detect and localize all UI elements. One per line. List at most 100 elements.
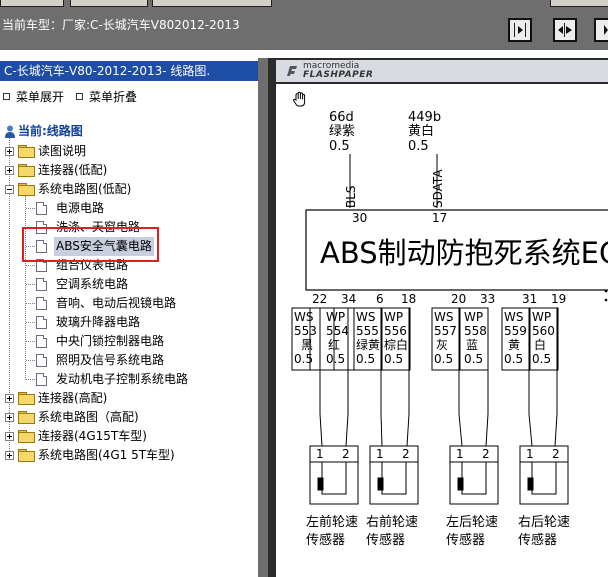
- hand-tool-icon[interactable]: [293, 91, 306, 107]
- document-icon: [36, 297, 47, 310]
- page-right-icon: [514, 23, 526, 37]
- expand-toggle-icon[interactable]: [5, 394, 14, 403]
- wire-color: 黑: [301, 338, 313, 352]
- ecu-pin: 6: [376, 292, 384, 306]
- expand-all-label: 菜单展开: [16, 90, 65, 104]
- document-icon: [36, 354, 47, 367]
- tree-item-ac[interactable]: 空调系统电路: [0, 275, 250, 294]
- diagram-page[interactable]: 66d 绿紫 0.5 449b 黄白 0.5 BLS SDATA 30 17 A…: [276, 84, 608, 577]
- expand-toggle-icon[interactable]: [5, 451, 14, 460]
- wire-color: 红: [328, 337, 340, 352]
- top-toolbar: 当前车型：厂家:C-长城汽车V802012-2013: [0, 0, 608, 50]
- tree-item-lighting[interactable]: 照明及信号系统电路: [0, 351, 250, 370]
- wiring-diagram: 66d 绿紫 0.5 449b 黄白 0.5 BLS SDATA 30 17 A…: [291, 91, 608, 548]
- wire-num: 556: [384, 324, 407, 338]
- sensor-name: 右前轮速: [366, 514, 418, 530]
- tree-item-label: 连接器(4G15T车型): [38, 429, 147, 443]
- toolbar-button-4[interactable]: [550, 0, 608, 7]
- collapse-toggle-icon[interactable]: [5, 185, 14, 194]
- folder-icon: [18, 145, 35, 158]
- tree-item-connector-high[interactable]: 连接器(高配): [0, 389, 250, 408]
- sensor-name: 传感器: [446, 532, 485, 548]
- toolbar-button-2[interactable]: [70, 0, 148, 7]
- collapse-icon: [76, 93, 83, 100]
- document-icon: [36, 316, 47, 329]
- tree-item-label: 音响、电动后视镜电路: [56, 296, 177, 310]
- fit-width-button[interactable]: [553, 18, 577, 42]
- wire-gauge: 0.5: [464, 352, 483, 366]
- tree-item-label: 系统电路图(4G1 5T车型): [38, 448, 175, 462]
- ecu-pin: 18: [401, 292, 416, 306]
- tree-item-label: 连接器(低配): [38, 163, 108, 177]
- wire-gauge-66d: 0.5: [329, 139, 350, 154]
- tree-item-label: 空调系统电路: [56, 277, 129, 291]
- tree-item-label: 中央门锁控制器电路: [56, 334, 165, 348]
- tree-item-system-high[interactable]: 系统电路图（高配): [0, 408, 250, 427]
- wire-gauge: 0.5: [504, 352, 523, 366]
- sensor-pin: 1: [376, 447, 384, 461]
- toolbar-button-3[interactable]: [152, 0, 272, 7]
- pin-17: 17: [432, 211, 447, 225]
- expand-toggle-icon[interactable]: [5, 166, 14, 175]
- wire-num: 557: [434, 324, 457, 338]
- wire-type: WS: [294, 310, 313, 324]
- tree-item-connector-4g15t[interactable]: 连接器(4G15T车型): [0, 427, 250, 446]
- tree-item-read-guide[interactable]: 读图说明: [0, 142, 250, 161]
- expand-all-button[interactable]: 菜单展开: [3, 88, 64, 105]
- sensor-name: 传感器: [366, 532, 405, 548]
- tree-item-label: 读图说明: [38, 144, 87, 158]
- next-page-button[interactable]: [508, 18, 532, 42]
- collapse-all-button[interactable]: 菜单折叠: [76, 88, 137, 105]
- sensor-pin: 2: [552, 447, 560, 461]
- tree-item-central-lock[interactable]: 中央门锁控制器电路: [0, 332, 250, 351]
- wire-num: 559: [504, 324, 527, 338]
- pane-splitter[interactable]: [258, 58, 268, 577]
- wire-gauge: 0.5: [294, 352, 313, 366]
- tree-item-system-low[interactable]: 系统电路图(低配): [0, 180, 250, 199]
- tree-item-engine-ecu[interactable]: 发动机电子控制系统电路: [0, 370, 250, 389]
- ecu-pin: 34: [341, 292, 356, 306]
- wire-type: WS: [434, 310, 453, 324]
- wire-type: WP: [384, 310, 403, 324]
- ecu-pin: 19: [551, 292, 566, 306]
- tree-header: C-长城汽车-V80-2012-2013- 线路图.: [0, 61, 258, 81]
- fit-page-icon: [604, 25, 608, 35]
- folder-icon: [18, 392, 35, 405]
- wire-gauge: 0.5: [384, 352, 403, 366]
- expand-toggle-icon[interactable]: [5, 147, 14, 156]
- tree-item-power[interactable]: 电源电路: [0, 199, 250, 218]
- toolbar-button-1[interactable]: [0, 0, 64, 7]
- tree-item-label: 电源电路: [56, 201, 105, 215]
- brand-flashpaper: FLASHPAPER: [303, 70, 374, 80]
- viewer-header: macromedia FLASHPAPER: [276, 60, 608, 82]
- wire-color-449b: 黄白: [408, 123, 434, 139]
- sensor-name: 右后轮速: [518, 515, 570, 530]
- tree-item-system-4g15t[interactable]: 系统电路图(4G1 5T车型): [0, 446, 250, 465]
- sensor-name: 传感器: [306, 532, 345, 548]
- folder-icon: [18, 164, 35, 177]
- tree-item-window-lift[interactable]: 玻璃升降器电路: [0, 313, 250, 332]
- ecu-pin: 22: [312, 292, 327, 306]
- tree-item-label: 系统电路图（高配): [38, 410, 139, 424]
- expand-toggle-icon[interactable]: [5, 413, 14, 422]
- wire-gauge: 0.5: [434, 352, 453, 366]
- ecu-pin: 31: [522, 292, 537, 306]
- expand-toggle-icon[interactable]: [5, 432, 14, 441]
- tree-item-label: 系统电路图(低配): [38, 182, 132, 196]
- tree-item-audio-mirror[interactable]: 音响、电动后视镜电路: [0, 294, 250, 313]
- wire-color-66d: 绿紫: [329, 124, 355, 139]
- wire-num-449b: 449b: [408, 110, 441, 125]
- fit-page-button[interactable]: [594, 18, 608, 42]
- sensor-pin: 1: [456, 447, 464, 461]
- folder-icon: [18, 449, 35, 462]
- wire-num: 554: [326, 324, 349, 338]
- wire-color: 灰: [436, 338, 448, 352]
- tree-item-connector-low[interactable]: 连接器(低配): [0, 161, 250, 180]
- wire-gauge: 0.5: [356, 352, 375, 366]
- flashpaper-logo-icon: [287, 66, 297, 76]
- document-viewer: macromedia FLASHPAPER 66d 绿紫 0.5 449b 黄白…: [268, 58, 608, 577]
- wire-color: 白: [534, 337, 546, 352]
- wire-color: 黄: [508, 338, 520, 352]
- tree-root-label: 当前:线路图: [18, 124, 83, 138]
- highlight-box: [22, 227, 159, 262]
